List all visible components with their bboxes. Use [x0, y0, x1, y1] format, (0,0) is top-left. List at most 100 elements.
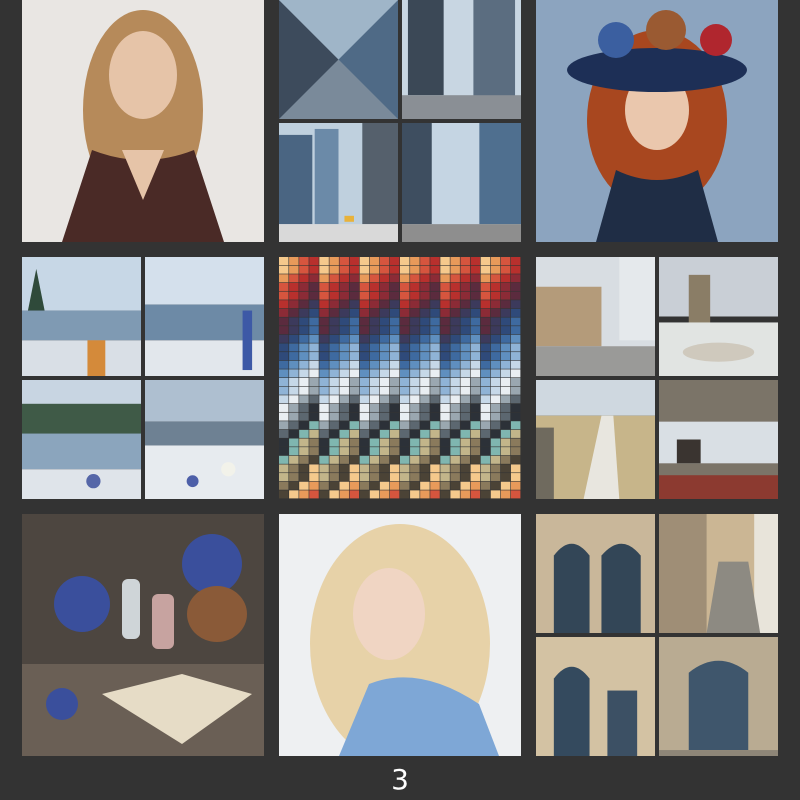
palette-swatch [299, 265, 309, 274]
palette-swatch [319, 378, 329, 387]
palette-swatch [329, 334, 339, 343]
palette-swatch [299, 447, 309, 456]
palette-swatch [500, 403, 511, 412]
palette-swatch [329, 343, 339, 352]
palette-swatch [450, 386, 460, 395]
palette-swatch [490, 421, 501, 430]
palette-swatch [299, 464, 309, 473]
palette-swatch [410, 412, 420, 421]
palette-swatch [480, 308, 491, 317]
palette-swatch [319, 257, 329, 266]
palette-swatch [309, 386, 319, 395]
palette-swatch [309, 265, 319, 274]
palette-swatch [400, 326, 410, 335]
palette-swatch [490, 378, 501, 387]
palette-swatch [279, 395, 289, 404]
palette-swatch [470, 257, 481, 266]
palette-swatch [510, 464, 521, 473]
palette-swatch [480, 343, 491, 352]
palette-swatch [359, 378, 370, 387]
palette-swatch [369, 257, 380, 266]
palette-swatch [460, 265, 470, 274]
palette-swatch [319, 265, 329, 274]
palette-swatch [460, 378, 470, 387]
palette-swatch [420, 334, 430, 343]
palette-swatch [410, 317, 420, 326]
palette-swatch [299, 291, 309, 300]
palette-swatch [319, 291, 329, 300]
palette-swatch [510, 326, 521, 335]
palette-swatch [359, 352, 370, 361]
palette-swatch [289, 282, 299, 291]
palette-swatch [349, 257, 360, 266]
palette-swatch [410, 326, 420, 335]
palette-swatch [430, 490, 440, 499]
palette-swatch [470, 274, 481, 283]
palette-swatch [379, 378, 390, 387]
palette-swatch [430, 447, 440, 456]
palette-swatch [329, 490, 339, 499]
palette-swatch [349, 352, 360, 361]
palette-swatch [369, 429, 380, 438]
palette-swatch [279, 455, 289, 464]
palette-swatch [349, 369, 360, 378]
palette-swatch [359, 473, 370, 482]
palette-swatch [299, 395, 309, 404]
palette-swatch [279, 265, 289, 274]
palette-swatch [410, 455, 420, 464]
photo-tile-apothecary-still-life [22, 514, 264, 756]
palette-swatch [329, 274, 339, 283]
palette-swatch [379, 403, 390, 412]
palette-swatch [500, 308, 511, 317]
palette-swatch [450, 308, 460, 317]
palette-swatch [420, 352, 430, 361]
palette-swatch [430, 317, 440, 326]
palette-swatch [430, 257, 440, 266]
palette-swatch [490, 464, 501, 473]
palette-swatch [349, 421, 360, 430]
palette-swatch [450, 481, 460, 490]
palette-swatch [420, 257, 430, 266]
palette-swatch [369, 274, 380, 283]
palette-swatch [339, 490, 349, 499]
city-quadrant-top-right [402, 0, 521, 119]
palette-swatch [329, 369, 339, 378]
palette-swatch [319, 473, 329, 482]
palette-swatch [410, 369, 420, 378]
palette-swatch [339, 473, 349, 482]
palette-swatch [510, 300, 521, 309]
palette-swatch [299, 403, 309, 412]
palette-swatch [430, 274, 440, 283]
palette-swatch [500, 291, 511, 300]
palette-swatch [440, 403, 450, 412]
palette-swatch [470, 464, 481, 473]
palette-swatch [309, 317, 319, 326]
palette-swatch [369, 403, 380, 412]
palette-swatch [379, 257, 390, 266]
palette-swatch [349, 386, 360, 395]
palette-swatch [309, 326, 319, 335]
palette-swatch [359, 300, 370, 309]
palette-swatch [349, 282, 360, 291]
village-quadrant-top-left [536, 257, 655, 376]
palette-swatch [440, 291, 450, 300]
palette-swatch [279, 369, 289, 378]
palette-swatch [309, 421, 319, 430]
palette-swatch [379, 481, 390, 490]
palette-swatch [430, 300, 440, 309]
palette-swatch [279, 403, 289, 412]
palette-swatch [490, 300, 501, 309]
palette-swatch [299, 369, 309, 378]
palette-swatch [490, 257, 501, 266]
palette-swatch [400, 403, 410, 412]
palette-swatch [319, 395, 329, 404]
palette-swatch [500, 317, 511, 326]
palette-swatch [299, 429, 309, 438]
palette-swatch [440, 455, 450, 464]
palette-swatch [510, 429, 521, 438]
palette-swatch [440, 421, 450, 430]
palette-swatch [359, 447, 370, 456]
palette-swatch [470, 352, 481, 361]
city-quadrant-bottom-right [402, 123, 521, 242]
palette-swatch [339, 352, 349, 361]
